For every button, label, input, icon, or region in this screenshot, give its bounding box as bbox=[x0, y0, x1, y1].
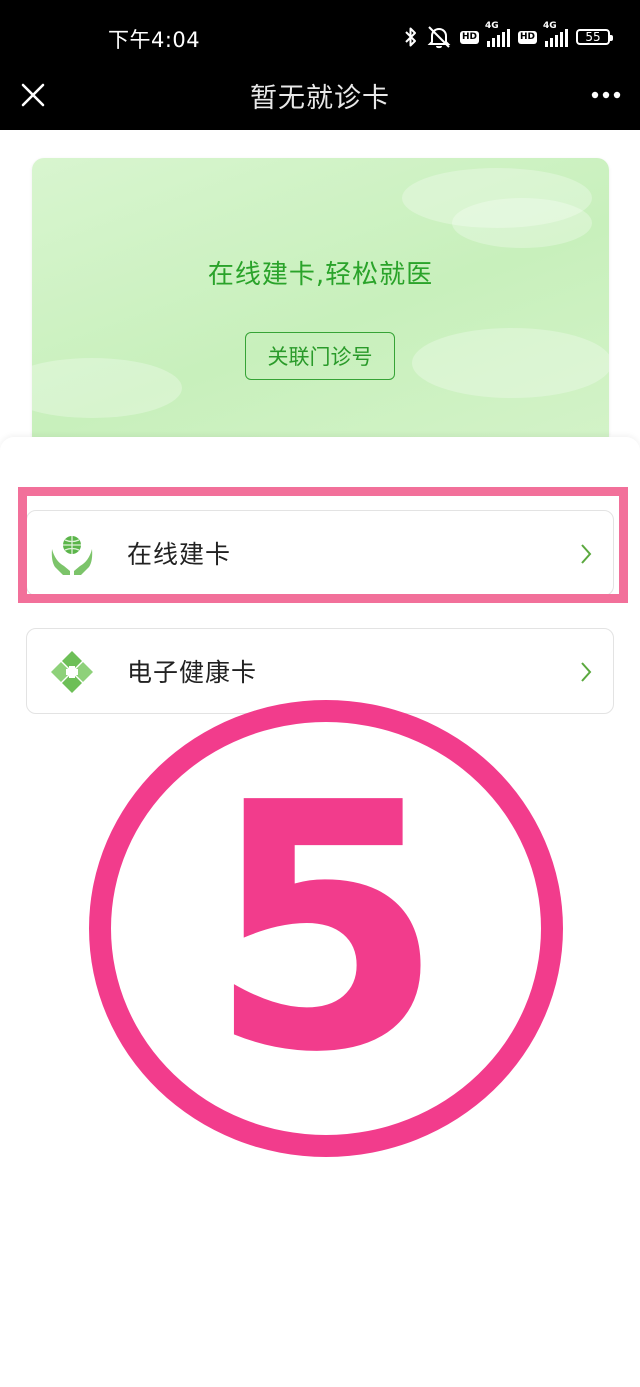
health-cross-icon bbox=[49, 649, 95, 695]
globe-hands-icon bbox=[49, 531, 95, 577]
decor-cloud bbox=[32, 358, 182, 418]
hd-badge-2: HD bbox=[517, 30, 537, 44]
menu-item-health-card[interactable]: 电子健康卡 bbox=[26, 628, 614, 714]
decor-cloud bbox=[412, 328, 609, 398]
page-title: 暂无就诊卡 bbox=[250, 83, 390, 114]
status-icons: HD 4G HD 4G 55 bbox=[404, 21, 613, 52]
network-type-1: 4G bbox=[484, 21, 499, 31]
battery-icon: 55 bbox=[576, 29, 613, 45]
nav-bar: 暂无就诊卡 bbox=[0, 72, 640, 130]
hd-badge-1: HD bbox=[459, 30, 479, 44]
menu-item-online-card[interactable]: 在线建卡 bbox=[26, 510, 614, 596]
status-bar: 下午4:04 HD 4G HD 4G 55 bbox=[0, 0, 640, 72]
card-slogan: 在线建卡,轻松就医 bbox=[207, 260, 434, 290]
more-dots-icon[interactable] bbox=[590, 80, 622, 110]
status-time: 下午4:04 bbox=[108, 28, 201, 52]
chevron-right-icon bbox=[579, 543, 593, 565]
chevron-right-icon bbox=[579, 661, 593, 683]
signal-icon-2: 4G bbox=[543, 21, 568, 47]
mute-bell-icon bbox=[426, 25, 452, 49]
page: 下午4:04 HD 4G HD 4G 55 暂无就诊卡 在线建卡,轻松就医 关联… bbox=[0, 0, 640, 1387]
bluetooth-icon bbox=[404, 26, 418, 48]
card-banner: 在线建卡,轻松就医 bbox=[32, 158, 609, 448]
decor-cloud bbox=[452, 198, 592, 248]
menu-item-label: 在线建卡 bbox=[127, 540, 232, 569]
signal-icon-1: 4G bbox=[485, 21, 510, 47]
network-type-2: 4G bbox=[543, 21, 557, 31]
menu-item-label: 电子健康卡 bbox=[127, 658, 258, 687]
link-outpatient-number-button[interactable]: 关联门诊号 bbox=[245, 332, 395, 380]
